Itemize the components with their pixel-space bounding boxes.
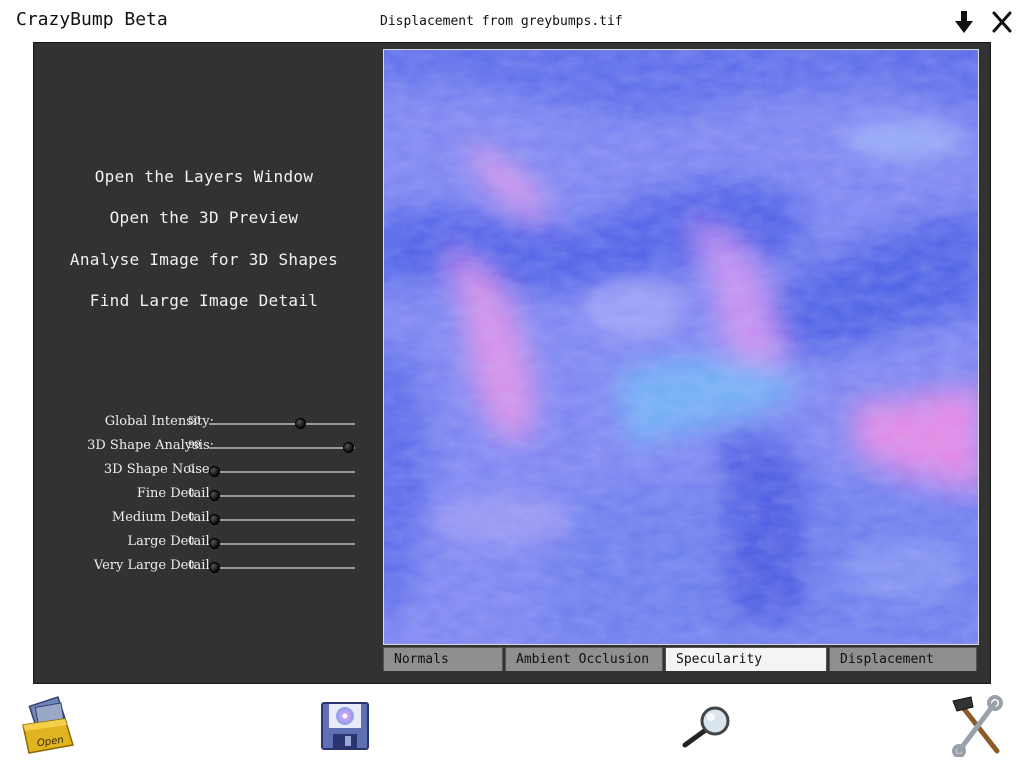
slider-label: Medium Detail: — [111, 510, 214, 525]
slider-track[interactable] — [209, 543, 355, 545]
open-layers-window-link[interactable]: Open the Layers Window — [34, 167, 374, 186]
down-arrow-icon — [955, 11, 973, 33]
main-panel: Open the Layers Window Open the 3D Previ… — [33, 42, 991, 684]
analyse-image-link[interactable]: Analyse Image for 3D Shapes — [34, 250, 374, 269]
slider-value: 50 — [188, 416, 201, 427]
slider-value: 0 — [188, 512, 195, 523]
tab-specularity[interactable]: Specularity — [665, 647, 827, 671]
slider-label: Fine Detail: — [136, 486, 214, 501]
slider-track[interactable] — [209, 423, 355, 425]
find-large-detail-link[interactable]: Find Large Image Detail — [34, 291, 374, 310]
slider-large-detail: Large Detail: 0 — [34, 534, 364, 552]
slider-fine-detail: Fine Detail: 0 — [34, 486, 364, 504]
slider-track[interactable] — [209, 471, 355, 473]
minimize-button[interactable] — [951, 8, 977, 36]
slider-track[interactable] — [209, 495, 355, 497]
magnifier-icon — [682, 706, 730, 748]
slider-knob[interactable] — [342, 442, 354, 453]
slider-knob[interactable] — [209, 562, 220, 573]
app-title: CrazyBump Beta — [16, 9, 168, 30]
slider-value: 0 — [188, 488, 195, 499]
open-folder-icon: Open — [22, 696, 74, 754]
slider-knob[interactable] — [209, 538, 220, 549]
open-3d-preview-link[interactable]: Open the 3D Preview — [34, 208, 374, 227]
slider-value: 0 — [188, 464, 195, 475]
close-icon — [992, 11, 1012, 33]
hammer-wrench-icon — [952, 695, 1003, 757]
slider-knob[interactable] — [209, 490, 220, 501]
slider-knob[interactable] — [209, 466, 220, 477]
slider-label: Very Large Detail: — [93, 558, 214, 573]
save-button[interactable] — [315, 694, 375, 758]
slider-very-large-detail: Very Large Detail: 0 — [34, 558, 364, 576]
slider-label: 3D Shape Noise: — [103, 462, 214, 477]
settings-button[interactable] — [946, 694, 1006, 758]
slider-track[interactable] — [209, 519, 355, 521]
normal-map-preview[interactable] — [383, 49, 979, 645]
tab-normals[interactable]: Normals — [383, 647, 503, 671]
slider-value: 99 — [188, 440, 201, 451]
floppy-disk-icon — [321, 702, 369, 750]
slider-label: Large Detail: — [127, 534, 214, 549]
close-button[interactable] — [989, 8, 1015, 36]
slider-track[interactable] — [209, 447, 355, 449]
document-title: Displacement from greybumps.tif — [380, 14, 623, 29]
tab-displacement[interactable]: Displacement — [829, 647, 977, 671]
zoom-button[interactable] — [676, 694, 736, 758]
slider-value: 0 — [188, 560, 195, 571]
slider-track[interactable] — [209, 567, 355, 569]
open-button[interactable]: Open — [18, 694, 78, 758]
tab-ambient-occlusion[interactable]: Ambient Occlusion — [505, 647, 663, 671]
slider-global-intensity: Global Intensity: 50 — [34, 414, 364, 432]
slider-3d-shape-noise: 3D Shape Noise: 0 — [34, 462, 364, 480]
slider-value: 0 — [188, 536, 195, 547]
slider-medium-detail: Medium Detail: 0 — [34, 510, 364, 528]
slider-3d-shape-analysis: 3D Shape Analysis: 99 — [34, 438, 364, 456]
slider-knob[interactable] — [295, 418, 307, 429]
slider-knob[interactable] — [209, 514, 220, 525]
